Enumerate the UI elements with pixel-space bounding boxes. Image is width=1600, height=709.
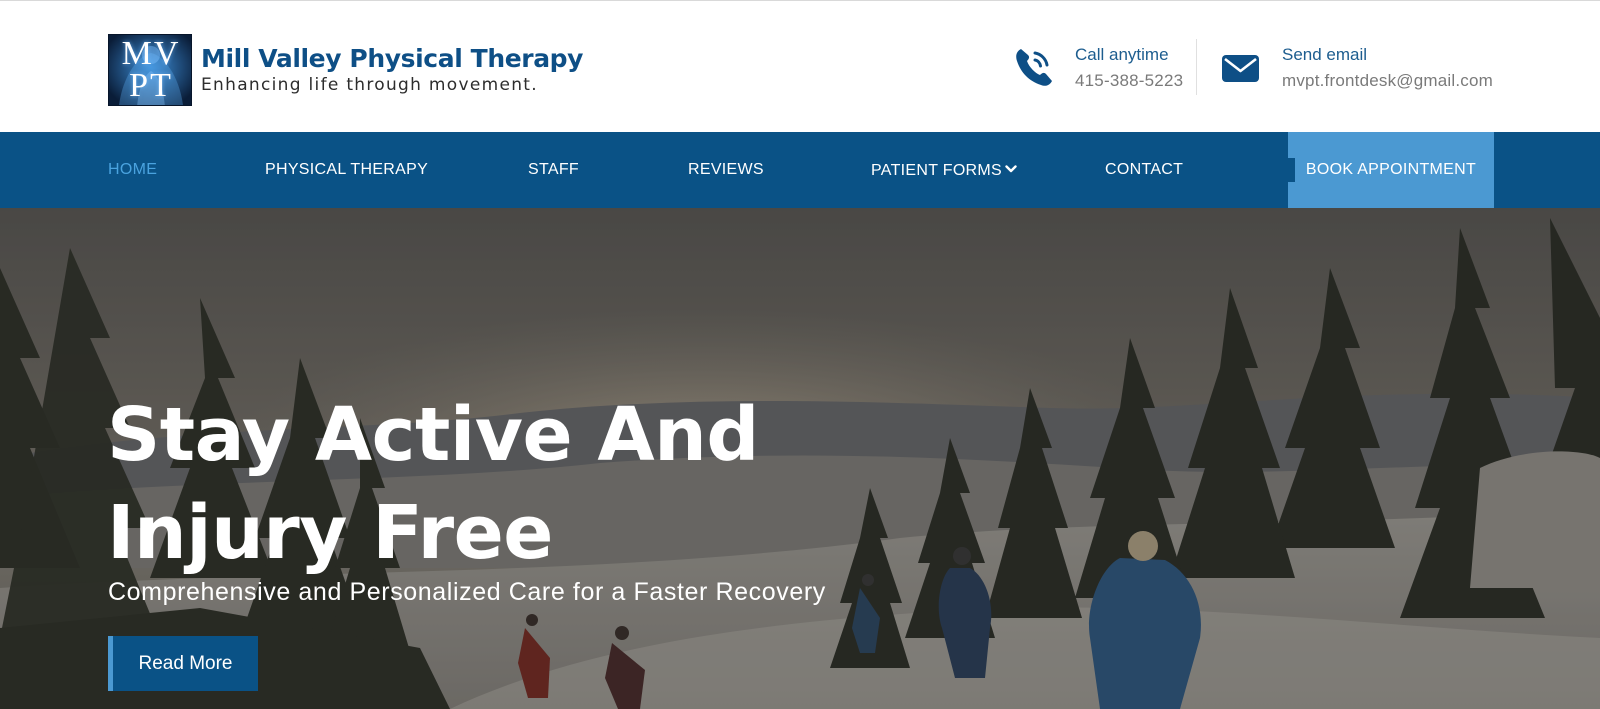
envelope-icon xyxy=(1220,45,1262,89)
logo-monogram: MV PT xyxy=(121,35,181,104)
hero-title: Stay Active And Injury Free xyxy=(107,386,907,582)
nav-item-home[interactable]: HOME xyxy=(108,132,157,208)
contact-divider xyxy=(1196,39,1197,95)
site-header: MV PT Mill Valley Physical Therapy Enhanc… xyxy=(0,0,1600,132)
nav-item-reviews[interactable]: REVIEWS xyxy=(688,132,764,208)
nav-item-patient-forms[interactable]: PATIENT FORMS xyxy=(871,132,1017,208)
book-button-accent xyxy=(1288,158,1295,182)
hero-title-line-1: Stay Active And xyxy=(107,392,759,478)
logo-mark: MV PT xyxy=(108,34,192,106)
chevron-down-icon xyxy=(1005,132,1017,173)
email-address[interactable]: mvpt.frontdesk@gmail.com xyxy=(1282,68,1493,94)
email-label: Send email xyxy=(1282,45,1368,64)
email-contact[interactable]: Send email mvpt.frontdesk@gmail.com xyxy=(1220,39,1493,99)
hero-banner: Stay Active And Injury Free Comprehensiv… xyxy=(0,208,1600,709)
logo-name: Mill Valley Physical Therapy xyxy=(201,44,584,73)
phone-number[interactable]: 415-388-5223 xyxy=(1075,68,1183,94)
phone-icon xyxy=(1013,45,1055,89)
site-logo[interactable]: MV PT Mill Valley Physical Therapy Enhanc… xyxy=(108,33,583,107)
nav-item-physical-therapy[interactable]: PHYSICAL THERAPY xyxy=(265,132,428,208)
hero-subtitle: Comprehensive and Personalized Care for … xyxy=(108,578,826,606)
logo-tagline: Enhancing life through movement. xyxy=(201,75,538,95)
call-contact[interactable]: Call anytime 415-388-5223 xyxy=(1013,39,1183,99)
hero-title-line-2: Injury Free xyxy=(107,490,553,576)
main-nav: HOME PHYSICAL THERAPY STAFF REVIEWS PATI… xyxy=(0,132,1600,208)
call-label: Call anytime xyxy=(1075,45,1169,64)
nav-item-staff[interactable]: STAFF xyxy=(528,132,579,208)
nav-item-contact[interactable]: CONTACT xyxy=(1105,132,1183,208)
read-more-button[interactable]: Read More xyxy=(108,636,258,691)
book-appointment-button[interactable]: BOOK APPOINTMENT xyxy=(1288,132,1494,208)
nav-item-patient-forms-label: PATIENT FORMS xyxy=(871,162,1003,179)
